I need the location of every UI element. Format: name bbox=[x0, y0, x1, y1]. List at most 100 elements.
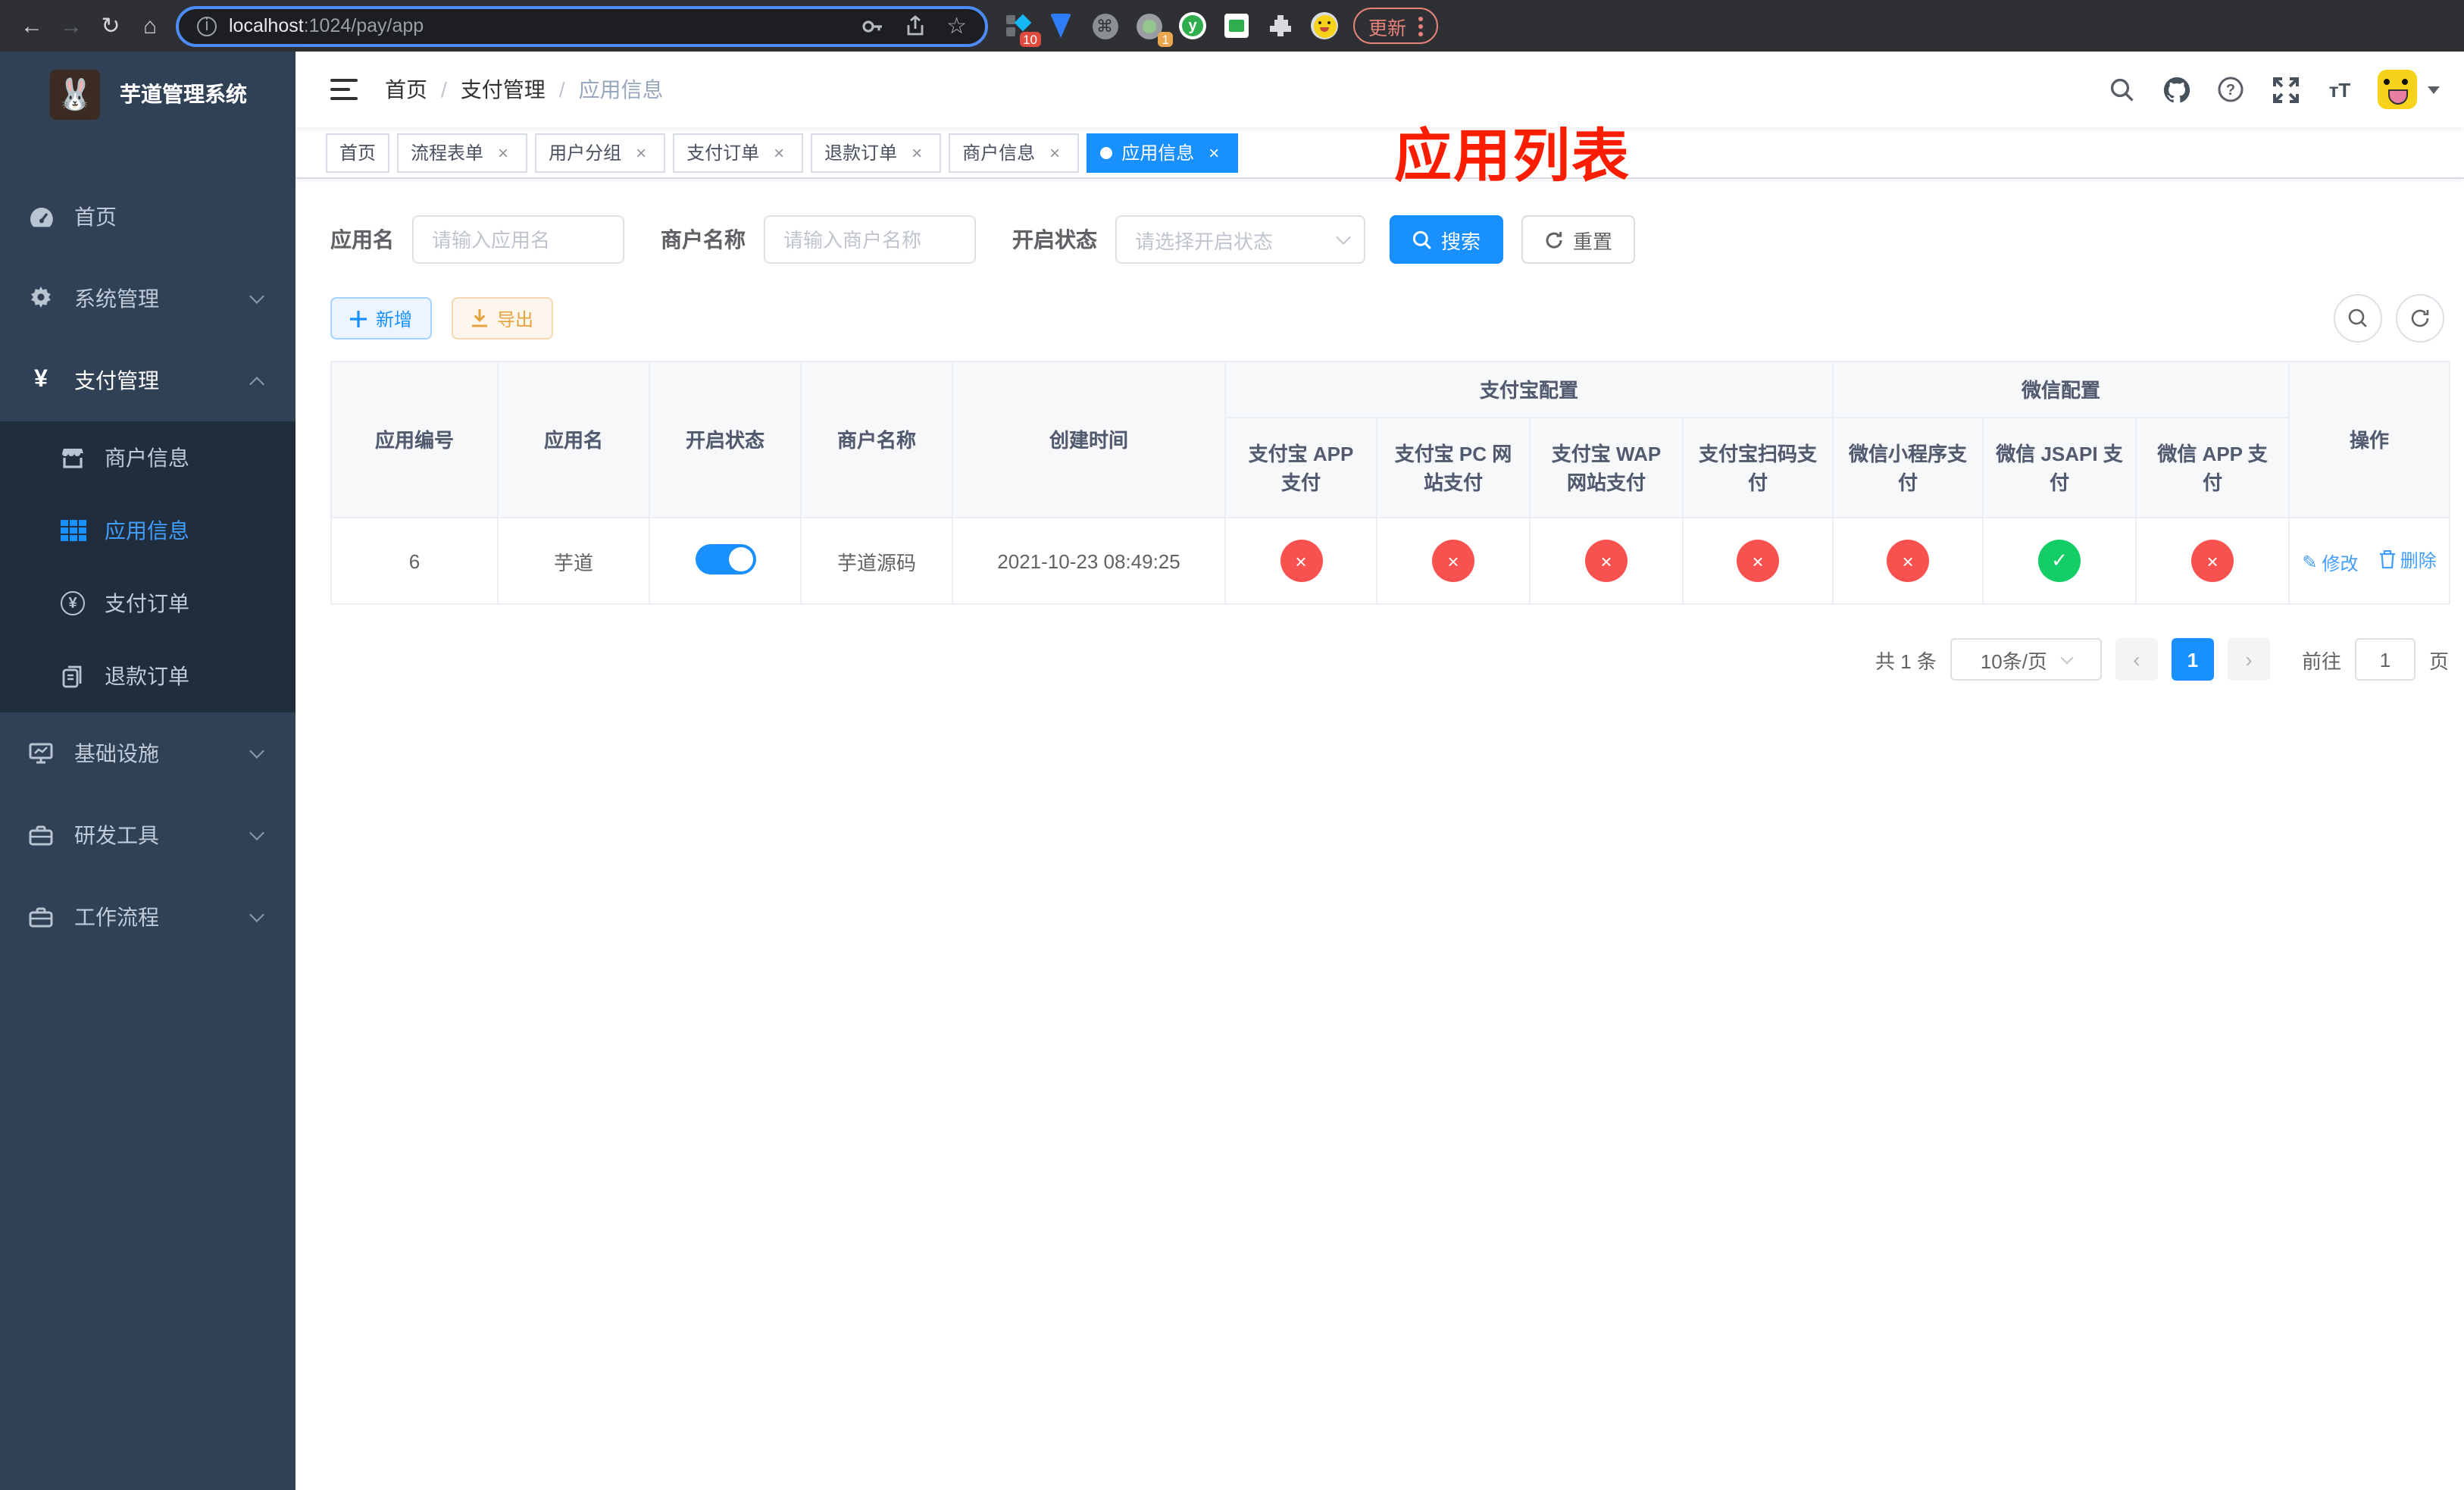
sidebar-item-label: 商户信息 bbox=[105, 446, 189, 470]
page-number-1[interactable]: 1 bbox=[2171, 638, 2214, 681]
address-bar[interactable]: i localhost :1024/pay/app ☆ bbox=[176, 5, 988, 46]
status-alipay-scan-icon: × bbox=[1737, 540, 1779, 582]
breadcrumb-separator: / bbox=[558, 77, 565, 102]
font-size-icon[interactable]: тT bbox=[2323, 73, 2356, 106]
svg-text:?: ? bbox=[2226, 82, 2235, 99]
hide-search-button[interactable] bbox=[2334, 294, 2382, 343]
extension-icon-recorder[interactable]: 1 bbox=[1135, 12, 1173, 47]
export-button[interactable]: 导出 bbox=[452, 297, 554, 340]
github-icon[interactable] bbox=[2159, 73, 2193, 106]
chevron-down-icon bbox=[249, 825, 264, 840]
status-select[interactable]: 请选择开启状态 bbox=[1115, 215, 1365, 264]
tab-refund-order[interactable]: 退款订单 × bbox=[811, 133, 942, 172]
close-icon[interactable]: × bbox=[1044, 142, 1065, 163]
cell-app-id: 6 bbox=[330, 517, 499, 605]
status-alipay-pc-icon: × bbox=[1432, 540, 1474, 582]
sidebar-item-label: 支付订单 bbox=[105, 591, 189, 615]
cell-app-name: 芋道 bbox=[497, 517, 650, 605]
bookmark-star-icon[interactable]: ☆ bbox=[946, 12, 967, 39]
tab-merchant-info[interactable]: 商户信息 × bbox=[949, 133, 1080, 172]
extension-icon-kite[interactable] bbox=[1047, 12, 1074, 39]
close-icon[interactable]: × bbox=[1203, 142, 1224, 163]
extension-icon-command[interactable]: ⌘ bbox=[1091, 12, 1118, 39]
sidebar-item-app-info[interactable]: 应用信息 bbox=[0, 494, 295, 567]
app-table: 应用编号 应用名 开启状态 商户名称 创建时间 支付宝配置 微信配置 操作 支付… bbox=[330, 361, 2451, 605]
refresh-icon bbox=[1546, 231, 1562, 248]
sidebar-item-infrastructure[interactable]: 基础设施 bbox=[0, 712, 295, 794]
status-wx-app-icon: × bbox=[2191, 540, 2234, 582]
extension-icon-chat[interactable] bbox=[1223, 12, 1250, 39]
site-info-icon[interactable]: i bbox=[197, 16, 217, 36]
collapse-sidebar-icon[interactable] bbox=[330, 79, 358, 100]
breadcrumb-separator: / bbox=[441, 77, 447, 102]
extension-icon-tiles[interactable]: 10 bbox=[1003, 12, 1041, 47]
reload-icon[interactable]: ↻ bbox=[91, 6, 130, 45]
sidebar-item-system[interactable]: 系统管理 bbox=[0, 258, 295, 340]
breadcrumb-item[interactable]: 首页 bbox=[385, 74, 427, 105]
share-icon[interactable] bbox=[904, 14, 925, 37]
yen-icon: ¥ bbox=[34, 367, 48, 393]
tab-user-group[interactable]: 用户分组 × bbox=[535, 133, 666, 172]
extension-icon-vue[interactable]: y bbox=[1179, 12, 1206, 39]
home-icon[interactable]: ⌂ bbox=[130, 6, 170, 45]
sidebar-item-pay-order[interactable]: ¥ 支付订单 bbox=[0, 567, 295, 640]
tab-process-form[interactable]: 流程表单 × bbox=[397, 133, 528, 172]
close-icon[interactable]: × bbox=[630, 142, 652, 163]
sidebar-item-refund-order[interactable]: 退款订单 bbox=[0, 640, 295, 712]
col-header-merchant: 商户名称 bbox=[800, 361, 953, 518]
browser-menu-icon[interactable] bbox=[1418, 16, 1424, 36]
app-name-label: 应用名 bbox=[330, 227, 394, 252]
close-icon[interactable]: × bbox=[906, 142, 927, 163]
add-button[interactable]: 新增 bbox=[330, 297, 433, 340]
sidebar-item-label: 基础设施 bbox=[74, 741, 159, 765]
tab-app-info[interactable]: 应用信息 × bbox=[1087, 133, 1239, 172]
back-icon[interactable]: ← bbox=[12, 6, 52, 45]
browser-profile-avatar[interactable] bbox=[1311, 12, 1338, 39]
goto-label: 前往 bbox=[2301, 650, 2341, 672]
breadcrumb-item-current: 应用信息 bbox=[578, 77, 664, 102]
col-header-created: 创建时间 bbox=[952, 361, 1226, 518]
enabled-toggle[interactable] bbox=[695, 543, 755, 574]
breadcrumb-item[interactable]: 支付管理 bbox=[461, 74, 546, 105]
extensions-puzzle-icon[interactable] bbox=[1267, 12, 1294, 39]
reset-button[interactable]: 重置 bbox=[1521, 215, 1636, 264]
documents-icon bbox=[59, 665, 86, 687]
status-wx-jsapi-icon: ✓ bbox=[2038, 540, 2081, 582]
page-size-select[interactable]: 10条/页 bbox=[1950, 638, 2102, 681]
password-key-icon[interactable] bbox=[860, 14, 883, 37]
search-icon bbox=[2348, 308, 2367, 327]
next-page-button[interactable]: › bbox=[2227, 638, 2270, 681]
prev-page-button[interactable]: ‹ bbox=[2115, 638, 2158, 681]
sidebar-item-label: 系统管理 bbox=[74, 286, 159, 311]
sidebar-item-payment[interactable]: ¥ 支付管理 bbox=[0, 340, 295, 421]
edit-link[interactable]: ✎ 修改 bbox=[2302, 549, 2358, 575]
user-menu[interactable] bbox=[2378, 70, 2440, 109]
tab-home[interactable]: 首页 bbox=[326, 133, 390, 172]
browser-update-button[interactable]: 更新 bbox=[1353, 8, 1439, 44]
sidebar-item-home[interactable]: 首页 bbox=[0, 176, 295, 258]
merchant-name-input[interactable] bbox=[764, 215, 976, 264]
payment-submenu: 商户信息 应用信息 ¥ 支付订单 退款订单 bbox=[0, 421, 295, 712]
help-icon[interactable]: ? bbox=[2214, 73, 2247, 106]
app-name-input[interactable] bbox=[412, 215, 624, 264]
sidebar-logo[interactable]: 🐰 芋道管理系统 bbox=[0, 52, 295, 136]
delete-link[interactable]: 删除 bbox=[2379, 546, 2437, 572]
refresh-button[interactable] bbox=[2396, 294, 2444, 343]
sidebar-item-merchant-info[interactable]: 商户信息 bbox=[0, 421, 295, 494]
tab-pay-order[interactable]: 支付订单 × bbox=[673, 133, 804, 172]
total-count: 共 1 条 bbox=[1875, 650, 1937, 672]
status-alipay-wap-icon: × bbox=[1585, 540, 1628, 582]
col-header-enabled: 开启状态 bbox=[649, 361, 802, 518]
search-button[interactable]: 搜索 bbox=[1390, 215, 1504, 264]
close-icon[interactable]: × bbox=[492, 142, 514, 163]
sidebar-item-workflow[interactable]: 工作流程 bbox=[0, 876, 295, 958]
sidebar-item-dev-tools[interactable]: 研发工具 bbox=[0, 794, 295, 876]
goto-page-input[interactable] bbox=[2354, 638, 2416, 681]
fullscreen-icon[interactable] bbox=[2269, 73, 2302, 106]
col-header-alipay-wap: 支付宝 WAP 网站支付 bbox=[1529, 417, 1684, 518]
forward-icon[interactable]: → bbox=[52, 6, 91, 45]
close-icon[interactable]: × bbox=[768, 142, 790, 163]
search-icon[interactable] bbox=[2105, 73, 2138, 106]
status-select-placeholder: 请选择开启状态 bbox=[1135, 230, 1274, 252]
col-header-alipay-scan: 支付宝扫码支付 bbox=[1681, 417, 1834, 518]
